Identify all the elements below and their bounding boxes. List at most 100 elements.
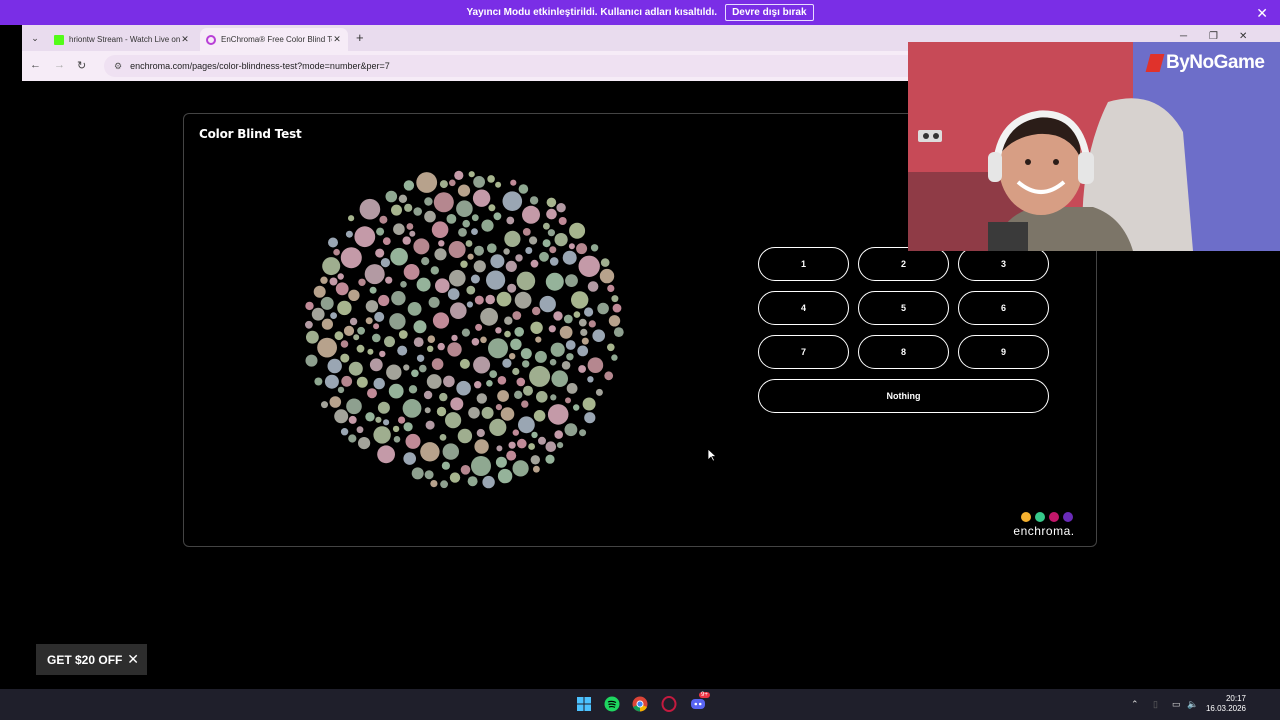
minimize-button[interactable]: ─ [1180,31,1187,42]
plate-dot [556,203,566,213]
plate-dot [579,429,587,437]
plate-dot [488,204,496,212]
clock[interactable]: 20:17 16.03.2026 [1206,694,1246,714]
disable-streamer-mode-button[interactable]: Devre dışı bırak [725,4,814,21]
plate-dot [604,371,614,381]
plate-dot [502,358,512,368]
plate-dot [578,318,587,327]
plate-dot [397,345,408,356]
logo-dots [1010,512,1084,522]
chrome-icon[interactable] [632,696,648,712]
plate-dot [547,404,569,425]
back-arrow-icon[interactable]: ← [30,59,41,71]
tray-chevron-icon[interactable]: ⌃ [1131,699,1139,710]
option-4-button[interactable]: 4 [758,291,849,325]
url-text[interactable]: enchroma.com/pages/color-blindness-test?… [130,61,390,71]
url-bar[interactable]: ⚙ enchroma.com/pages/color-blindness-tes… [104,55,954,77]
plate-dot [409,230,416,237]
option-nothing-button[interactable]: Nothing [758,379,1049,413]
plate-dot [406,223,414,230]
promo-close-icon[interactable]: ✕ [127,651,139,668]
plate-dot [568,243,575,250]
windows-start-icon[interactable] [576,696,592,712]
plate-dot [608,315,621,327]
plate-dot [518,416,535,434]
plate-dot [334,409,349,424]
plate-dot [529,196,539,205]
option-2-button[interactable]: 2 [858,247,949,281]
option-1-button[interactable]: 1 [758,247,849,281]
reload-icon[interactable]: ↻ [77,59,86,72]
option-6-button[interactable]: 6 [958,291,1049,325]
plate-dot [495,327,502,334]
banner-close-icon[interactable]: ✕ [1256,5,1268,22]
plate-dot [400,281,407,288]
discount-promo[interactable]: GET $20 OFF ✕ [36,644,147,675]
plate-dot [521,400,529,408]
spotify-icon[interactable] [604,696,620,712]
plate-dot [573,311,581,318]
site-info-icon[interactable]: ⚙ [114,61,122,72]
option-9-button[interactable]: 9 [958,335,1049,369]
plate-dot [514,291,532,309]
option-3-button[interactable]: 3 [958,247,1049,281]
plate-dot [495,404,502,411]
maximize-button[interactable]: ❐ [1209,31,1218,42]
opera-gx-icon[interactable] [661,696,677,712]
tab-enchroma[interactable]: EnChroma® Free Color Blind Te ✕ [200,28,348,51]
plate-dot [372,333,381,343]
plate-dot [597,302,609,315]
plate-dot [447,288,460,300]
plate-dot [525,247,533,254]
plate-dot [345,230,353,238]
plate-dot [402,236,411,245]
option-5-button[interactable]: 5 [858,291,949,325]
plate-dot [554,430,563,439]
plate-dot [403,180,415,191]
plate-dot [539,295,556,313]
tab-close-icon[interactable]: ✕ [332,34,342,45]
tray-app-icon[interactable]: ▯ [1153,699,1158,710]
plate-dot [576,243,588,255]
close-window-button[interactable]: ✕ [1239,31,1247,42]
plate-dot [380,258,390,268]
plate-dot [502,191,523,211]
plate-dot [515,254,523,262]
plate-dot [403,364,410,371]
promo-label[interactable]: GET $20 OFF [47,653,122,667]
plate-dot [497,376,507,385]
tab-search-icon[interactable]: ⌄ [28,31,42,45]
tab-kick-stream[interactable]: hriontw Stream - Watch Live on ✕ [48,28,196,51]
plate-dot [408,385,418,394]
plate-dot [403,452,416,465]
discord-icon[interactable] [690,696,706,712]
brand-text: ByNoGame [1166,52,1265,73]
plate-dot [392,425,400,433]
plate-dot [534,350,547,363]
plate-dot [512,311,522,320]
plate-dot [512,367,520,376]
option-8-button[interactable]: 8 [858,335,949,369]
plate-dot [378,294,390,307]
plate-dot [471,228,478,235]
option-7-button[interactable]: 7 [758,335,849,369]
new-tab-button[interactable]: + [356,30,364,45]
plate-dot [353,334,360,341]
plate-dot [424,197,433,206]
plate-dot [456,380,471,396]
plate-dot [530,259,539,268]
tab-close-icon[interactable]: ✕ [180,34,190,45]
plate-dot [407,302,422,316]
plate-dot [471,214,479,222]
forward-arrow-icon[interactable]: → [54,59,65,71]
network-icon[interactable]: ▭ [1172,699,1181,710]
plate-dot [482,475,495,489]
plate-dot [460,260,468,268]
plate-dot [538,436,546,445]
plate-dot [569,222,586,239]
plate-dot [584,412,596,424]
plate-dot [505,260,517,272]
plate-dot [398,330,408,339]
volume-icon[interactable]: 🔈 [1187,699,1198,710]
plate-dot [473,176,485,188]
